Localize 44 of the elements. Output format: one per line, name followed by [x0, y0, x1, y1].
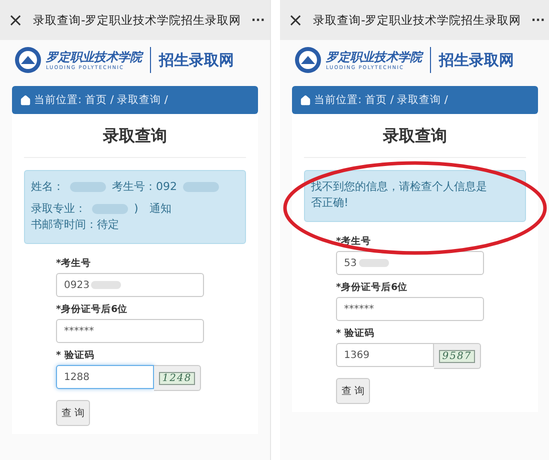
input-field[interactable]: 53: [336, 251, 484, 275]
input-field[interactable]: 0923: [56, 273, 204, 297]
field-label: *身份证号后6位: [336, 281, 408, 294]
query-button[interactable]: 查 询: [56, 400, 90, 426]
alert-text: 找不到您的信息，请检查个人信息是: [311, 179, 487, 195]
input-field[interactable]: ******: [336, 297, 484, 321]
redacted-blur: [70, 182, 106, 192]
college-name: 罗定职业技术学院: [46, 50, 142, 64]
input-field[interactable]: ******: [56, 319, 204, 343]
alert-text: ) 通知: [134, 201, 172, 217]
captcha-field[interactable]: 1288: [56, 365, 154, 389]
college-name: 罗定职业技术学院: [326, 50, 422, 64]
field-label: * 验证码: [336, 327, 374, 340]
captcha-field[interactable]: 1369: [336, 343, 434, 367]
page-title: 录取查询-罗定职业技术学院招生录取网: [313, 12, 522, 28]
redacted-blur: [183, 182, 219, 192]
query-button[interactable]: 查 询: [336, 378, 370, 404]
site-name: 招生录取网: [439, 50, 514, 70]
redacted-blur: [92, 204, 128, 214]
alert-text: 书邮寄时间：待定: [31, 217, 119, 233]
alert-text: 录取专业：: [31, 201, 86, 217]
college-emblem-icon: [294, 46, 322, 74]
college-emblem-icon: [14, 46, 42, 74]
alert-text: 姓名：: [31, 179, 64, 195]
captcha-image[interactable]: 9587: [439, 350, 475, 362]
field-label: *考生号: [336, 235, 371, 248]
more-button[interactable]: ···: [251, 13, 265, 27]
page-title: 录取查询-罗定职业技术学院招生录取网: [33, 12, 242, 28]
breadcrumb: 当前位置: 首页 / 录取查询 /: [34, 93, 168, 107]
close-button[interactable]: ×: [288, 10, 304, 30]
page-heading: 录取查询: [304, 126, 526, 158]
field-label: *考生号: [56, 257, 91, 270]
more-button[interactable]: ···: [531, 13, 545, 27]
close-button[interactable]: ×: [8, 10, 24, 30]
captcha-image[interactable]: 1248: [159, 372, 195, 384]
home-icon: [300, 94, 311, 106]
page-heading: 录取查询: [24, 126, 246, 158]
site-name: 招生录取网: [159, 50, 234, 70]
alert-text: 否正确!: [311, 195, 348, 211]
field-label: *身份证号后6位: [56, 303, 128, 316]
alert-text: 考生号：092: [112, 179, 177, 195]
home-icon: [20, 94, 31, 106]
breadcrumb: 当前位置: 首页 / 录取查询 /: [314, 93, 448, 107]
field-label: * 验证码: [56, 349, 94, 362]
